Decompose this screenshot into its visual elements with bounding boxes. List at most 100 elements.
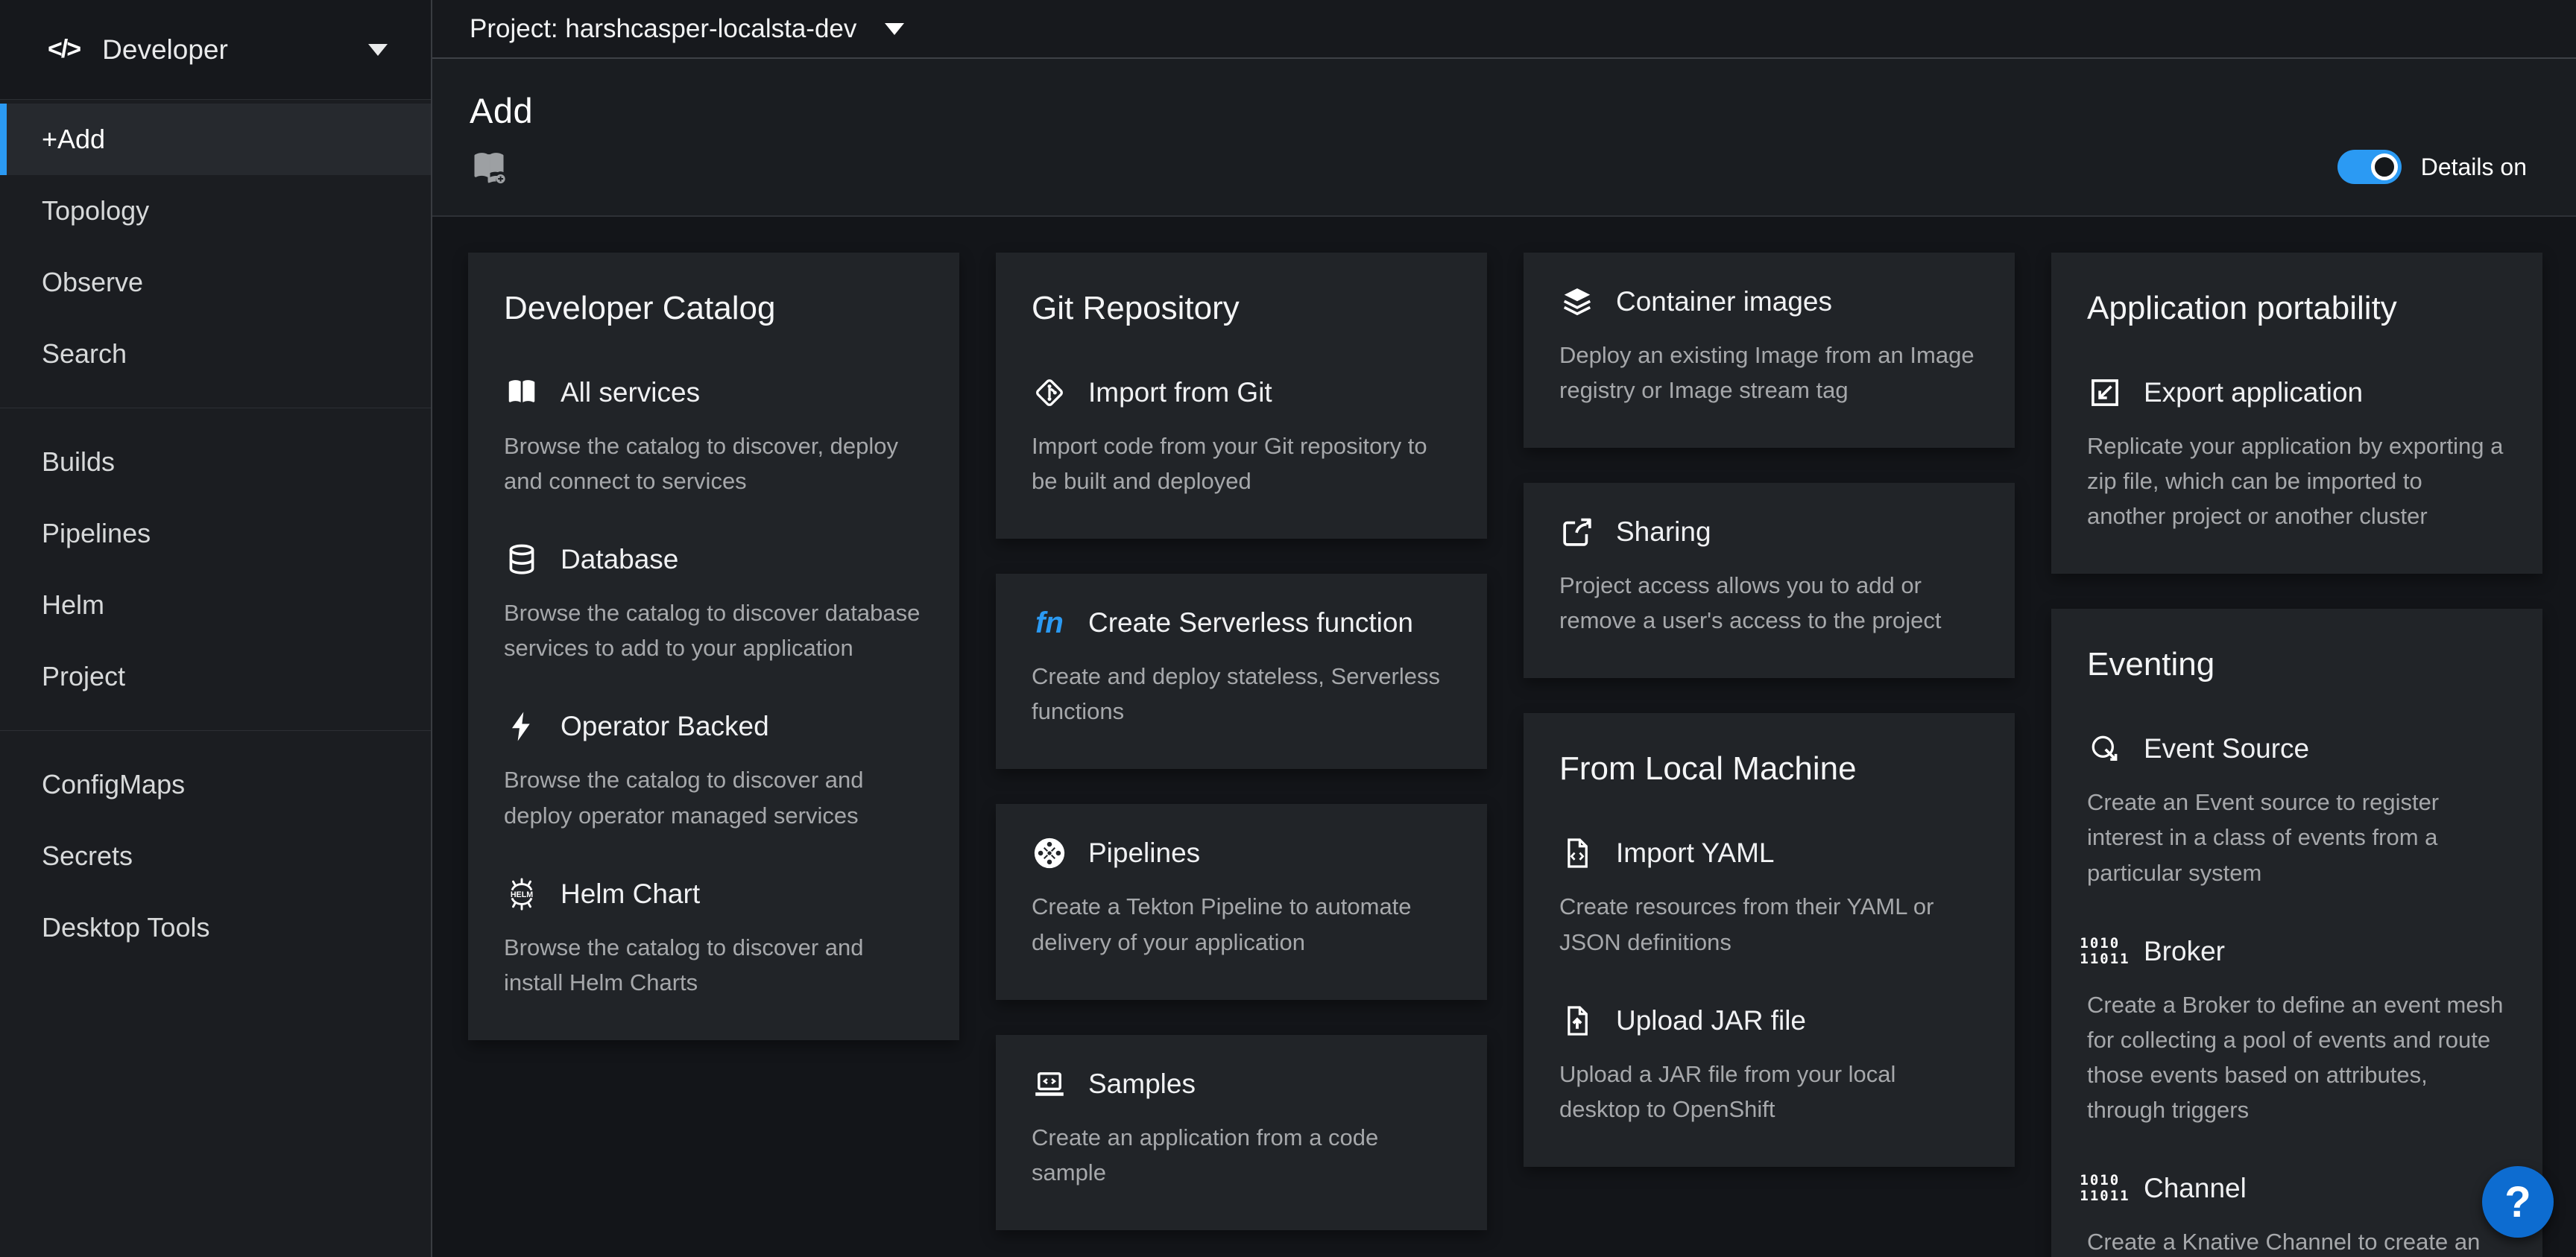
item-head: Event Source bbox=[2087, 731, 2507, 767]
card-application-portability: Application portability Export applicatio… bbox=[2051, 253, 2542, 574]
item-description: Browse the catalog to discover database … bbox=[504, 595, 924, 665]
page-header: Add Details on bbox=[432, 59, 2576, 217]
card-title: Git Repository bbox=[1032, 290, 1451, 327]
binary-icon: 101011011 bbox=[2087, 934, 2123, 969]
bolt-icon bbox=[504, 709, 540, 744]
fn-icon: fn bbox=[1032, 605, 1067, 641]
card-container-images: Container imagesDeploy an existing Image… bbox=[1524, 253, 2015, 448]
item-description: Create an Event source to register inter… bbox=[2087, 785, 2507, 890]
sidebar-item-search[interactable]: Search bbox=[0, 318, 431, 390]
card-title: Application portability bbox=[2087, 290, 2507, 327]
project-selector[interactable]: Project: harshcasper-localsta-dev bbox=[470, 14, 904, 44]
item-title: Operator Backed bbox=[561, 711, 769, 742]
add-item-broker[interactable]: 101011011BrokerCreate a Broker to define… bbox=[2087, 934, 2507, 1127]
nav-group-1: +AddTopologyObserveSearch bbox=[0, 100, 431, 408]
add-item-container-images[interactable]: Container imagesDeploy an existing Image… bbox=[1559, 284, 1979, 408]
item-title: Broker bbox=[2144, 936, 2225, 967]
item-description: Create resources from their YAML or JSON… bbox=[1559, 889, 1979, 959]
item-head: Samples bbox=[1032, 1066, 1451, 1102]
item-title: Pipelines bbox=[1088, 838, 1200, 869]
item-head: Import from Git bbox=[1032, 375, 1451, 411]
item-head: Upload JAR file bbox=[1559, 1003, 1979, 1039]
item-title: Helm Chart bbox=[561, 878, 700, 910]
sidebar-item-configmaps[interactable]: ConfigMaps bbox=[0, 749, 431, 820]
nav-group-3: ConfigMapsSecretsDesktop Tools bbox=[0, 730, 431, 981]
main-area: Project: harshcasper-localsta-dev Add De… bbox=[432, 0, 2576, 1257]
sidebar-item-observe[interactable]: Observe bbox=[0, 247, 431, 318]
card-from-local-machine: From Local MachineImport YAMLCreate reso… bbox=[1524, 713, 2015, 1166]
sidebar-item-pipelines[interactable]: Pipelines bbox=[0, 498, 431, 569]
item-title: Import YAML bbox=[1616, 838, 1774, 869]
item-title: Samples bbox=[1088, 1068, 1196, 1100]
svg-text:HELM: HELM bbox=[511, 890, 533, 899]
file-code-icon bbox=[1559, 835, 1595, 871]
item-head: Sharing bbox=[1559, 514, 1979, 550]
perspective-label: Developer bbox=[102, 34, 228, 66]
chevron-down-icon bbox=[885, 23, 904, 35]
item-title: All services bbox=[561, 377, 700, 408]
project-selector-label: Project: harshcasper-localsta-dev bbox=[470, 14, 856, 44]
binary-icon: 101011011 bbox=[2087, 1171, 2123, 1206]
sidebar-item-topology[interactable]: Topology bbox=[0, 175, 431, 247]
item-title: Event Source bbox=[2144, 733, 2309, 764]
item-description: Create an application from a code sample bbox=[1032, 1120, 1451, 1190]
item-description: Browse the catalog to discover, deploy a… bbox=[504, 428, 924, 498]
item-head: Export application bbox=[2087, 375, 2507, 411]
add-item-all-services[interactable]: All services Browse the catalog to discov… bbox=[504, 375, 924, 498]
add-item-pipelines[interactable]: PipelinesCreate a Tekton Pipeline to aut… bbox=[1032, 835, 1451, 959]
toggle-knob bbox=[2371, 153, 2398, 180]
add-item-channel[interactable]: 101011011ChannelCreate a Knative Channel… bbox=[2087, 1171, 2507, 1257]
card-title: Developer Catalog bbox=[504, 290, 924, 327]
item-description: Upload a JAR file from your local deskto… bbox=[1559, 1057, 1979, 1127]
item-head: 101011011 Broker bbox=[2087, 934, 2507, 969]
item-head: All services bbox=[504, 375, 924, 411]
help-button[interactable]: ? bbox=[2482, 1166, 2554, 1238]
item-head: 101011011 Channel bbox=[2087, 1171, 2507, 1206]
add-item-operator-backed[interactable]: Operator Backed Browse the catalog to dis… bbox=[504, 709, 924, 832]
perspective-switcher[interactable]: </> Developer bbox=[0, 0, 431, 100]
sidebar: </> Developer +AddTopologyObserveSearchB… bbox=[0, 0, 432, 1257]
add-item-create-serverless-function[interactable]: fnCreate Serverless functionCreate and d… bbox=[1032, 605, 1451, 729]
pipelines-icon bbox=[1032, 835, 1067, 871]
sidebar-item-builds[interactable]: Builds bbox=[0, 426, 431, 498]
item-description: Browse the catalog to discover and insta… bbox=[504, 930, 924, 1000]
add-item-sharing[interactable]: SharingProject access allows you to add … bbox=[1559, 514, 1979, 638]
item-head: fnCreate Serverless function bbox=[1032, 605, 1451, 641]
item-description: Browse the catalog to discover and deplo… bbox=[504, 762, 924, 832]
sidebar-item-project[interactable]: Project bbox=[0, 641, 431, 712]
add-item-event-source[interactable]: Event Source Create an Event source to re… bbox=[2087, 731, 2507, 890]
add-column-4: Application portability Export applicatio… bbox=[2051, 253, 2542, 1257]
database-icon bbox=[504, 542, 540, 577]
file-upload-icon bbox=[1559, 1003, 1595, 1039]
app-root: </> Developer +AddTopologyObserveSearchB… bbox=[0, 0, 2576, 1257]
layers-icon bbox=[1559, 284, 1595, 320]
add-item-upload-jar-file[interactable]: Upload JAR file Upload a JAR file from yo… bbox=[1559, 1003, 1979, 1127]
sidebar-item-helm[interactable]: Helm bbox=[0, 569, 431, 641]
add-item-import-from-git[interactable]: Import from GitImport code from your Git… bbox=[1032, 375, 1451, 498]
details-toggle-label: Details on bbox=[2421, 153, 2527, 181]
guided-tour-book-icon[interactable] bbox=[470, 148, 508, 190]
add-item-database[interactable]: Database Browse the catalog to discover d… bbox=[504, 542, 924, 665]
details-toggle-group: Details on bbox=[2337, 150, 2527, 184]
card-samples: Samples Create an application from a code… bbox=[996, 1035, 1487, 1230]
card-pipelines: PipelinesCreate a Tekton Pipeline to aut… bbox=[996, 804, 1487, 999]
export-icon bbox=[2087, 375, 2123, 411]
card-git-repository: Git Repository Import from GitImport code… bbox=[996, 253, 1487, 539]
samples-icon bbox=[1032, 1066, 1067, 1102]
chevron-down-icon bbox=[368, 44, 388, 56]
add-item-export-application[interactable]: Export applicationReplicate your applica… bbox=[2087, 375, 2507, 533]
masthead: Project: harshcasper-localsta-dev bbox=[432, 0, 2576, 59]
add-item-helm-chart[interactable]: HELM Helm Chart Browse the catalog to disc… bbox=[504, 876, 924, 1000]
event-source-icon bbox=[2087, 731, 2123, 767]
share-icon bbox=[1559, 514, 1595, 550]
sidebar-item-secrets[interactable]: Secrets bbox=[0, 820, 431, 892]
details-toggle[interactable] bbox=[2337, 150, 2402, 184]
add-page-content: Developer Catalog All services Browse the … bbox=[432, 217, 2576, 1257]
add-item-samples[interactable]: Samples Create an application from a code… bbox=[1032, 1066, 1451, 1190]
nav-group-2: BuildsPipelinesHelmProject bbox=[0, 408, 431, 730]
sidebar-item-desktop-tools[interactable]: Desktop Tools bbox=[0, 892, 431, 963]
add-item-import-yaml[interactable]: Import YAML Create resources from their Y… bbox=[1559, 835, 1979, 959]
item-title: Channel bbox=[2144, 1173, 2247, 1204]
item-head: Database bbox=[504, 542, 924, 577]
sidebar-item-add[interactable]: +Add bbox=[0, 104, 431, 175]
